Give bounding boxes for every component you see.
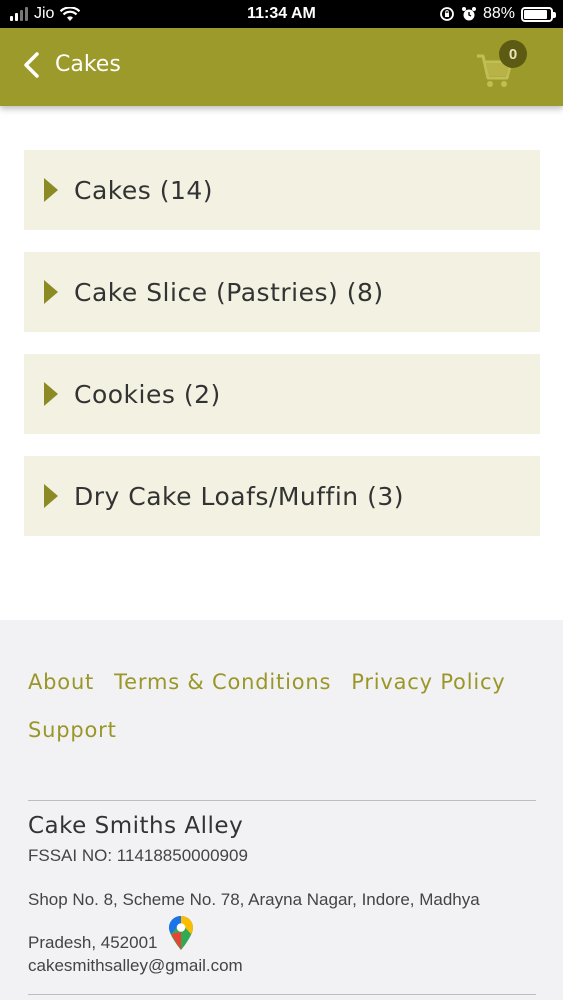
category-cookies[interactable]: Cookies (2) [24,354,540,434]
page-title: Cakes [55,52,121,77]
category-cake-slice[interactable]: Cake Slice (Pastries) (8) [24,252,540,332]
terms-link[interactable]: Terms & Conditions [114,670,331,694]
caret-right-icon [44,178,58,202]
divider [28,800,536,801]
battery-fill [524,9,547,19]
category-label: Cake Slice (Pastries) (8) [74,277,384,307]
address-block: Shop No. 8, Scheme No. 78, Arayna Nagar,… [28,878,538,964]
category-label: Cakes (14) [74,175,214,205]
caret-right-icon [44,484,58,508]
map-pin-icon[interactable] [168,915,194,951]
category-label: Cookies (2) [74,379,221,409]
support-link[interactable]: Support [28,718,117,742]
category-list: Cakes (14) Cake Slice (Pastries) (8) Coo… [24,150,540,558]
status-right: 88% [439,5,556,23]
shop-name: Cake Smiths Alley [28,813,244,839]
cart-count-badge: 0 [499,40,527,68]
battery-percent: 88% [482,5,515,22]
footer: About Terms & Conditions Privacy Policy … [0,620,563,1000]
footer-links: About Terms & Conditions Privacy Policy … [28,670,538,742]
battery-icon [521,6,556,22]
about-link[interactable]: About [28,670,94,694]
app-header: Cakes 0 [0,28,563,106]
email-address[interactable]: cakesmithsalley@gmail.com [28,956,243,976]
alarm-icon [461,7,476,21]
status-bar: Jio 11:34 AM 88% [0,0,563,28]
category-label: Dry Cake Loafs/Muffin (3) [74,481,404,511]
caret-right-icon [44,382,58,406]
privacy-link[interactable]: Privacy Policy [351,670,505,694]
fssai-number: FSSAI NO: 11418850000909 [28,846,248,865]
caret-right-icon [44,280,58,304]
category-cakes[interactable]: Cakes (14) [24,150,540,230]
category-dry-cake[interactable]: Dry Cake Loafs/Muffin (3) [24,456,540,536]
address-text: Shop No. 8, Scheme No. 78, Arayna Nagar,… [28,890,480,952]
cart-button[interactable]: 0 [475,40,527,88]
divider [28,994,536,995]
chevron-left-icon[interactable] [18,50,48,80]
rotation-lock-icon [440,7,454,21]
